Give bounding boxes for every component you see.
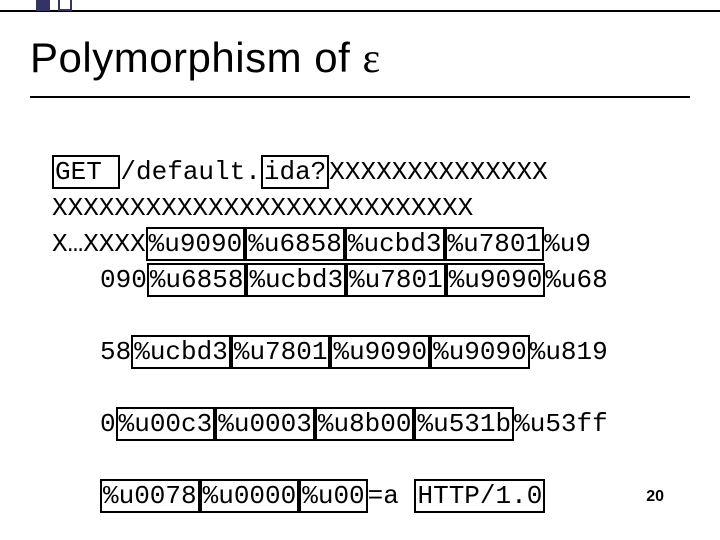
decor-square-outline (58, 0, 72, 11)
hl-u9090: %u9090 (430, 335, 530, 369)
hl-u0003: %u0003 (215, 407, 315, 441)
hl-u6858: %u6858 (147, 263, 247, 297)
code-text: %u819 (530, 337, 608, 367)
code-line-3: X…XXXX%u9090%u6858%ucbd3%u7801%u9 (52, 229, 591, 259)
code-text: 090 (100, 265, 147, 295)
hl-u00c3: %u00c3 (116, 407, 216, 441)
code-block: GET /default.ida?XXXXXXXXXXXXXX XXXXXXXX… (52, 118, 680, 540)
hl-ucbd3: %ucbd3 (246, 263, 346, 297)
code-text: 58 (100, 337, 131, 367)
code-text: %u9 (544, 229, 591, 259)
hl-u7801: %u7801 (231, 335, 331, 369)
hl-u9090: %u9090 (330, 335, 430, 369)
code-text: 0 (100, 409, 116, 439)
code-text: %u53ff (514, 409, 608, 439)
title-epsilon: ε (362, 36, 380, 82)
hl-u9090: %u9090 (146, 227, 246, 261)
code-text: /default. (120, 157, 260, 187)
page-number: 20 (646, 488, 664, 506)
hl-u0078: %u0078 (100, 479, 200, 513)
hl-u00: %u00 (299, 479, 367, 513)
decor-square-filled (36, 0, 50, 11)
slide-title: Polymorphism of ε (30, 34, 381, 83)
hl-u8b00: %u8b00 (315, 407, 415, 441)
code-line-1: GET /default.ida?XXXXXXXXXXXXXX (52, 157, 548, 187)
code-text: %u68 (545, 265, 607, 295)
code-line-2: XXXXXXXXXXXXXXXXXXXXXXXXXXX (52, 193, 473, 223)
hl-u7801: %u7801 (346, 263, 446, 297)
code-text: =a (368, 481, 415, 511)
hl-ida: ida? (261, 155, 329, 189)
slide-top-border (0, 0, 720, 12)
code-line-5: 58%ucbd3%u7801%u9090%u9090%u819 (52, 334, 680, 370)
hl-u6858: %u6858 (245, 227, 345, 261)
title-divider (30, 96, 690, 98)
hl-u531b: %u531b (414, 407, 514, 441)
title-text: Polymorphism of (30, 34, 362, 81)
code-line-4: 090%u6858%ucbd3%u7801%u9090%u68 (52, 262, 680, 298)
code-text: X…XXXX (52, 229, 146, 259)
hl-ucbd3: %ucbd3 (131, 335, 231, 369)
hl-u7801: %u7801 (445, 227, 545, 261)
hl-ucbd3: %ucbd3 (345, 227, 445, 261)
code-line-7: %u0078%u0000%u00=a HTTP/1.0 (52, 478, 680, 514)
hl-http: HTTP/1.0 (414, 479, 545, 513)
hl-get: GET (52, 155, 120, 189)
hl-u0000: %u0000 (200, 479, 300, 513)
hl-u9090: %u9090 (446, 263, 546, 297)
code-text: XXXXXXXXXXXXXX (329, 157, 547, 187)
code-line-6: 0%u00c3%u0003%u8b00%u531b%u53ff (52, 406, 680, 442)
